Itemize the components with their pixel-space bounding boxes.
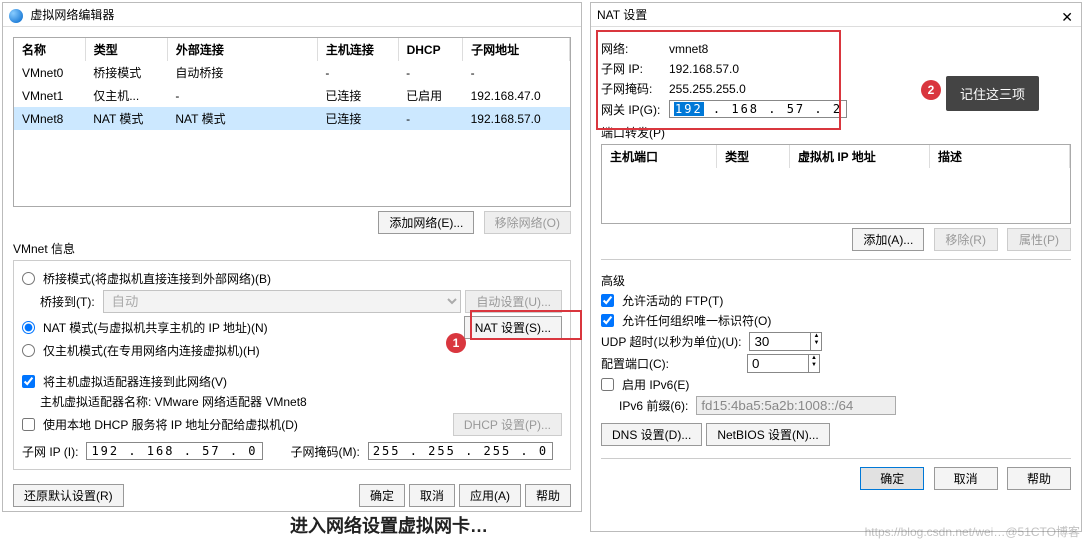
subnet-mask-label: 子网掩码: — [601, 80, 661, 97]
ipv6-prefix-label: IPv6 前缀(6): — [619, 397, 688, 414]
restore-defaults-button[interactable]: 还原默认设置(R) — [13, 484, 124, 507]
ftp-label: 允许活动的 FTP(T) — [622, 292, 723, 309]
udp-timeout-label: UDP 超时(以秒为单位)(U): — [601, 333, 741, 350]
remove-network-button[interactable]: 移除网络(O) — [484, 211, 571, 234]
properties-button[interactable]: 属性(P) — [1007, 228, 1071, 251]
auto-settings-button[interactable]: 自动设置(U)... — [465, 290, 562, 313]
uid-checkbox[interactable] — [601, 314, 614, 327]
subnet-ip-label: 子网 IP (I): — [22, 443, 78, 460]
ipv6-prefix-input[interactable] — [696, 396, 896, 415]
col-name: 名称 — [14, 38, 85, 61]
netbios-settings-button[interactable]: NetBIOS 设置(N)... — [706, 423, 829, 446]
titlebar: NAT 设置 ✕ — [591, 3, 1081, 27]
subnet-ip-value: 192.168.57.0 — [669, 62, 739, 76]
ipv6-checkbox[interactable] — [601, 378, 614, 391]
gateway-ip-input[interactable]: 192 . 168 . 57 . 2 — [669, 100, 847, 118]
nat-settings-button[interactable]: NAT 设置(S)... — [464, 316, 562, 339]
subnet-mask-value: 255.255.255.0 — [669, 82, 746, 96]
virtual-network-editor-dialog: 虚拟网络编辑器 名称 类型 外部连接 主机连接 DHCP 子网地址 VMnet0… — [2, 2, 582, 512]
help-button[interactable]: 帮助 — [525, 484, 571, 507]
annotation-marker-1: 1 — [446, 333, 466, 353]
pf-col-hostport: 主机端口 — [602, 145, 717, 168]
add-button[interactable]: 添加(A)... — [852, 228, 924, 251]
dialog-title: 虚拟网络编辑器 — [30, 8, 114, 22]
subnet-ip-input[interactable]: 192 . 168 . 57 . 0 — [86, 442, 262, 460]
spinner-down-icon[interactable]: ▼ — [809, 362, 819, 369]
col-type: 类型 — [85, 38, 167, 61]
connect-host-label: 将主机虚拟适配器连接到此网络(V) — [43, 373, 227, 390]
col-host: 主机连接 — [317, 38, 398, 61]
left-content: 名称 类型 外部连接 主机连接 DHCP 子网地址 VMnet0桥接模式自动桥接… — [3, 27, 581, 520]
titlebar: 虚拟网络编辑器 — [3, 3, 581, 27]
bridge-to-select[interactable]: 自动 — [103, 290, 462, 313]
port-forward-table[interactable]: 主机端口 类型 虚拟机 IP 地址 描述 — [601, 144, 1071, 224]
config-port-label: 配置端口(C): — [601, 355, 739, 372]
bridge-radio-label: 桥接模式(将虚拟机直接连接到外部网络)(B) — [43, 270, 271, 287]
apply-button[interactable]: 应用(A) — [459, 484, 521, 507]
col-dhcp: DHCP — [398, 38, 463, 61]
col-ext: 外部连接 — [167, 38, 317, 61]
ipv6-label: 启用 IPv6(E) — [622, 376, 689, 393]
cancel-button[interactable]: 取消 — [409, 484, 455, 507]
bridge-radio[interactable] — [22, 272, 35, 285]
dhcp-settings-button[interactable]: DHCP 设置(P)... — [453, 413, 562, 436]
pf-col-desc: 描述 — [930, 145, 1070, 168]
hostonly-radio-label: 仅主机模式(在专用网络内连接虚拟机)(H) — [43, 342, 260, 359]
spinner-up-icon[interactable]: ▲ — [809, 355, 819, 362]
help-button[interactable]: 帮助 — [1007, 467, 1071, 490]
host-adapter-label: 主机虚拟适配器名称: VMware 网络适配器 VMnet8 — [40, 393, 307, 410]
ok-button[interactable]: 确定 — [860, 467, 924, 490]
port-forward-label: 端口转发(P) — [601, 124, 1071, 141]
connect-host-checkbox[interactable] — [22, 375, 35, 388]
remove-button[interactable]: 移除(R) — [934, 228, 998, 251]
watermark: https://blog.csdn.net/wei…@51CTO博客 — [865, 523, 1080, 540]
spinner-up-icon[interactable]: ▲ — [811, 333, 821, 340]
subnet-ip-label: 子网 IP: — [601, 60, 661, 77]
table-row[interactable]: VMnet8NAT 模式NAT 模式已连接-192.168.57.0 — [14, 107, 570, 130]
network-value: vmnet8 — [669, 42, 708, 56]
gateway-label: 网关 IP(G): — [601, 101, 661, 118]
bridge-to-label: 桥接到(T): — [40, 293, 95, 310]
udp-timeout-spinner[interactable]: ▲▼ — [749, 332, 822, 351]
ok-button[interactable]: 确定 — [359, 484, 405, 507]
nat-radio[interactable] — [22, 321, 35, 334]
uid-label: 允许任何组织唯一标识符(O) — [622, 312, 771, 329]
globe-icon — [9, 9, 23, 23]
spinner-down-icon[interactable]: ▼ — [811, 340, 821, 347]
dialog-title: NAT 设置 — [597, 8, 647, 22]
annotation-marker-2: 2 — [921, 80, 941, 100]
vmnet-info-label: VMnet 信息 — [13, 240, 571, 257]
footer-text: 进入网络设置虚拟网卡… — [290, 512, 488, 538]
local-dhcp-checkbox[interactable] — [22, 418, 35, 431]
add-network-button[interactable]: 添加网络(E)... — [378, 211, 474, 234]
config-port-spinner[interactable]: ▲▼ — [747, 354, 820, 373]
pf-col-type: 类型 — [717, 145, 790, 168]
subnet-mask-label: 子网掩码(M): — [291, 443, 360, 460]
advanced-label: 高级 — [601, 272, 1071, 289]
hostonly-radio[interactable] — [22, 344, 35, 357]
nat-radio-label: NAT 模式(与虚拟机共享主机的 IP 地址)(N) — [43, 319, 460, 336]
network-label: 网络: — [601, 40, 661, 57]
pf-col-vmip: 虚拟机 IP 地址 — [790, 145, 930, 168]
dns-settings-button[interactable]: DNS 设置(D)... — [601, 423, 702, 446]
vmnet-table[interactable]: 名称 类型 外部连接 主机连接 DHCP 子网地址 VMnet0桥接模式自动桥接… — [13, 37, 571, 207]
close-icon[interactable]: ✕ — [1061, 5, 1073, 29]
table-row[interactable]: VMnet0桥接模式自动桥接--- — [14, 61, 570, 84]
cancel-button[interactable]: 取消 — [934, 467, 998, 490]
annotation-tooltip: 记住这三项 — [946, 76, 1039, 111]
col-subnet: 子网地址 — [463, 38, 570, 61]
local-dhcp-label: 使用本地 DHCP 服务将 IP 地址分配给虚拟机(D) — [43, 416, 449, 433]
subnet-mask-input[interactable]: 255 . 255 . 255 . 0 — [368, 442, 553, 460]
ftp-checkbox[interactable] — [601, 294, 614, 307]
table-row[interactable]: VMnet1仅主机...-已连接已启用192.168.47.0 — [14, 84, 570, 107]
table-header-row: 名称 类型 外部连接 主机连接 DHCP 子网地址 — [14, 38, 570, 61]
